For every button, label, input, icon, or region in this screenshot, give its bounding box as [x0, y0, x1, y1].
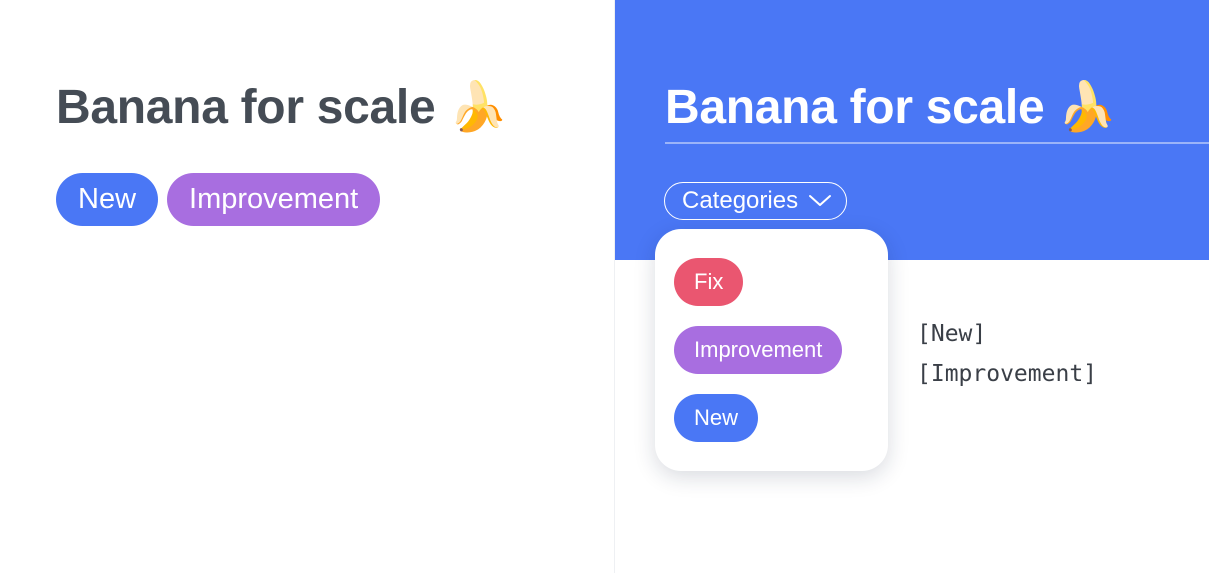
- post-title: Banana for scale 🍌: [56, 81, 508, 134]
- left-preview-panel: Banana for scale 🍌 New Improvement: [0, 0, 614, 573]
- right-editor-panel: Banana for scale 🍌 Categories Fix Improv…: [615, 0, 1209, 573]
- tag-new[interactable]: New: [56, 173, 159, 226]
- tag-list: New Improvement: [56, 173, 381, 226]
- categories-dropdown-button[interactable]: Categories: [664, 182, 848, 220]
- option-improvement[interactable]: Improvement: [674, 326, 843, 374]
- chevron-down-icon: [808, 194, 832, 208]
- categories-label: Categories: [682, 187, 799, 214]
- tag-improvement[interactable]: Improvement: [167, 173, 381, 226]
- output-line: [Improvement]: [917, 361, 1098, 387]
- header-banner: Banana for scale 🍌 Categories: [615, 0, 1209, 260]
- title-underline: [665, 142, 1209, 144]
- output-line: [New]: [917, 321, 987, 347]
- editor-title[interactable]: Banana for scale 🍌: [665, 78, 1117, 135]
- option-new[interactable]: New: [674, 394, 759, 442]
- tag-output-text: [New] [Improvement]: [917, 314, 1097, 394]
- categories-dropdown-menu: Fix Improvement New: [655, 229, 888, 471]
- option-fix[interactable]: Fix: [674, 258, 744, 306]
